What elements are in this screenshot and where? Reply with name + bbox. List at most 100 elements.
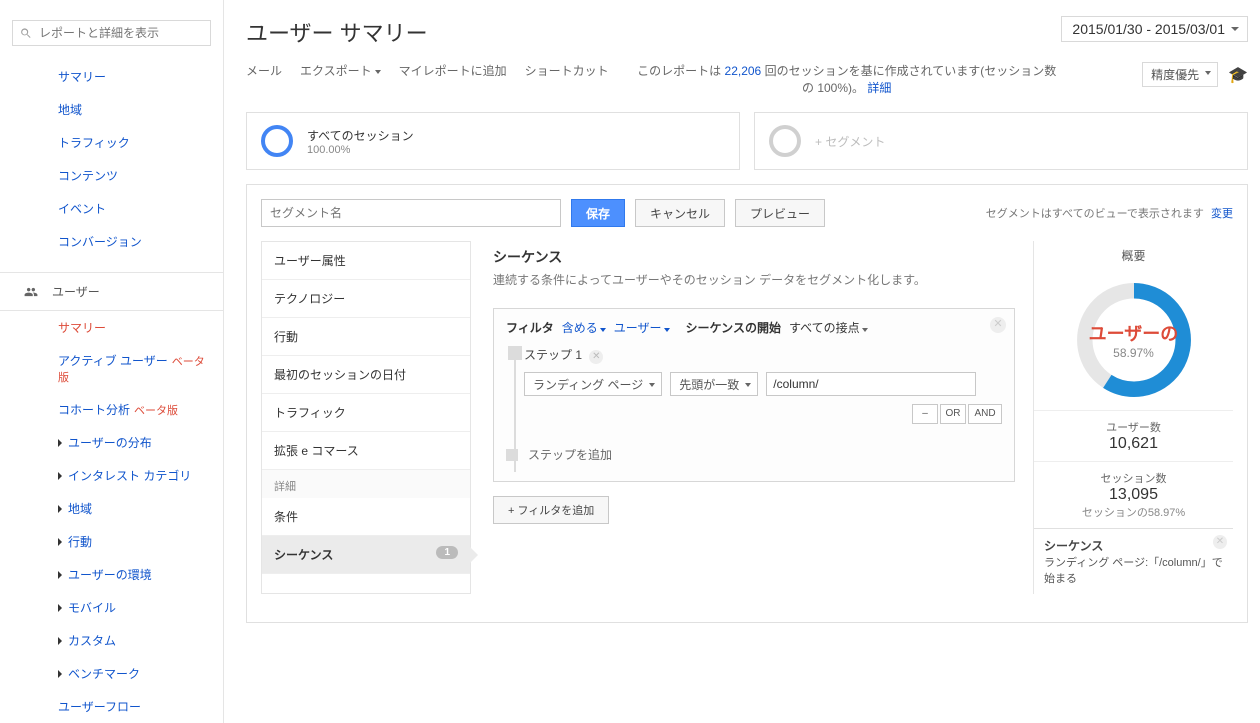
segment-card-all-sessions[interactable]: すべてのセッション 100.00%	[246, 112, 740, 170]
nav-section-user[interactable]: ユーザー	[0, 272, 223, 311]
segment-category[interactable]: 最初のセッションの日付	[262, 356, 470, 394]
filter-head: フィルタ 含める ユーザー シーケンスの開始 すべての接点	[506, 319, 1002, 336]
page-title: ユーザー サマリー	[246, 16, 428, 48]
segment-category[interactable]: ユーザー属性	[262, 242, 470, 280]
change-link[interactable]: 変更	[1211, 208, 1233, 220]
report-toolbar: メール エクスポート マイレポートに追加 ショートカット このレポートは 22,…	[246, 62, 1248, 96]
nav-item[interactable]: コンテンツ	[0, 159, 223, 192]
segment-category[interactable]: 行動	[262, 318, 470, 356]
seq-summary-desc: ランディング ページ:「/column/」で始まる	[1044, 554, 1223, 586]
caret-right-icon	[58, 670, 62, 678]
segment-category[interactable]: 拡張 e コマース	[262, 432, 470, 470]
caret-right-icon	[58, 604, 62, 612]
segment-name-input[interactable]	[261, 199, 561, 227]
caret-right-icon	[58, 538, 62, 546]
nav-sub-item[interactable]: ユーザーの環境	[0, 558, 223, 591]
or-button[interactable]: OR	[940, 404, 966, 424]
include-dropdown[interactable]: 含める	[562, 319, 606, 336]
metric-users: ユーザー数 10,621	[1034, 410, 1233, 461]
segment-categories: ユーザー属性テクノロジー行動最初のセッションの日付トラフィック拡張 e コマース…	[261, 241, 471, 594]
segment-builder: 保存 キャンセル プレビュー セグメントはすべてのビューで表示されます 変更 ユ…	[246, 184, 1248, 623]
user-dropdown[interactable]: ユーザー	[614, 319, 670, 336]
nav-item[interactable]: 地域	[0, 93, 223, 126]
precision-select[interactable]: 精度優先	[1142, 62, 1218, 87]
step-marker-icon	[508, 346, 522, 360]
summary-header: 概要	[1034, 241, 1233, 270]
search-icon	[19, 27, 33, 40]
nav-item[interactable]: コンバージョン	[0, 225, 223, 258]
nav-item[interactable]: トラフィック	[0, 126, 223, 159]
nav-sub-item[interactable]: インタレスト カテゴリ	[0, 459, 223, 492]
dimension-select[interactable]: ランディング ページ	[524, 372, 662, 396]
match-type-select[interactable]: 先頭が一致	[670, 372, 758, 396]
nav-sub-item[interactable]: モバイル	[0, 591, 223, 624]
nav-item[interactable]: サマリー	[0, 60, 223, 93]
step-marker-icon	[506, 449, 518, 461]
seq-start-label: シーケンスの開始	[686, 319, 781, 336]
nav-sub-item[interactable]: ベンチマーク	[0, 657, 223, 690]
segment-percent: 100.00%	[307, 144, 414, 156]
seq-summary-title: シーケンス	[1044, 537, 1223, 554]
sessions-count: 22,206	[725, 64, 762, 78]
segment-category[interactable]: 条件	[262, 498, 470, 536]
nav-sub-item[interactable]: 行動	[0, 525, 223, 558]
caret-right-icon	[58, 439, 62, 447]
detail-header: 詳細	[262, 470, 470, 498]
donut-percent: 58.97%	[1089, 346, 1179, 360]
nav-sub-item[interactable]: サマリー	[0, 311, 223, 344]
date-range-label: 2015/01/30 - 2015/03/01	[1072, 21, 1225, 37]
nav-sub-item[interactable]: アクティブ ユーザーベータ版	[0, 344, 223, 393]
nav-sub-item[interactable]: ユーザーの分布	[0, 426, 223, 459]
users-icon	[22, 285, 40, 299]
nav-search[interactable]	[12, 20, 211, 46]
count-badge: 1	[436, 546, 458, 559]
segment-category[interactable]: トラフィック	[262, 394, 470, 432]
shortcut-link[interactable]: ショートカット	[525, 62, 609, 79]
segment-add-label: + セグメント	[815, 133, 885, 150]
chevron-down-icon	[1231, 27, 1239, 31]
remove-step-icon[interactable]: ✕	[589, 350, 603, 364]
mail-link[interactable]: メール	[246, 62, 282, 79]
close-icon[interactable]: ✕	[990, 317, 1006, 333]
add-filter-button[interactable]: + フィルタを追加	[493, 496, 609, 524]
nav-item[interactable]: イベント	[0, 192, 223, 225]
sequence-heading: シーケンス	[493, 247, 1015, 267]
and-button[interactable]: AND	[968, 404, 1002, 424]
save-button[interactable]: 保存	[571, 199, 625, 227]
detail-link[interactable]: 詳細	[867, 81, 891, 95]
caret-right-icon	[58, 637, 62, 645]
nav-sub-item[interactable]: コホート分析ベータ版	[0, 393, 223, 426]
beta-badge: ベータ版	[134, 405, 178, 417]
remove-cond-button[interactable]: –	[912, 404, 938, 424]
segment-title: すべてのセッション	[307, 127, 414, 144]
any-touchpoint-dropdown[interactable]: すべての接点	[789, 319, 868, 336]
nav-section-label: ユーザー	[52, 283, 100, 300]
nav-sub-item[interactable]: 地域	[0, 492, 223, 525]
chevron-down-icon	[1205, 71, 1211, 75]
segment-category[interactable]: シーケンス1	[262, 536, 470, 574]
metric-sessions: セッション数 13,095 セッションの58.97%	[1034, 461, 1233, 528]
segment-card-add[interactable]: + セグメント	[754, 112, 1248, 170]
sequence-summary: ✕ シーケンス ランディング ページ:「/column/」で始まる	[1034, 528, 1233, 594]
sequence-desc: 連続する条件によってユーザーやそのセッション データをセグメント化します。	[493, 271, 1015, 288]
nav-sub-item[interactable]: カスタム	[0, 624, 223, 657]
summary-donut: ユーザーの 58.97%	[1034, 270, 1233, 410]
cancel-button[interactable]: キャンセル	[635, 199, 725, 227]
segment-circle-icon	[261, 125, 293, 157]
add-myreport-link[interactable]: マイレポートに追加	[399, 62, 507, 79]
date-range-picker[interactable]: 2015/01/30 - 2015/03/01	[1061, 16, 1248, 42]
nav-search-input[interactable]	[39, 26, 204, 40]
add-step-button[interactable]: ステップを追加	[506, 446, 1002, 463]
filter-value-input[interactable]	[766, 372, 976, 396]
segment-circle-icon	[769, 125, 801, 157]
step-label: ステップ 1 ✕	[524, 346, 1002, 364]
active-arrow-icon	[470, 547, 478, 563]
nav-sub-item[interactable]: ユーザーフロー	[0, 690, 223, 723]
donut-title: ユーザーの	[1089, 320, 1179, 346]
summary-panel: 概要 ユーザーの 58.97% ユーザー数 10,621	[1033, 241, 1233, 594]
export-link[interactable]: エクスポート	[300, 62, 381, 79]
preview-button[interactable]: プレビュー	[735, 199, 825, 227]
education-icon[interactable]: 🎓	[1228, 65, 1248, 85]
segment-category[interactable]: テクノロジー	[262, 280, 470, 318]
close-icon[interactable]: ✕	[1213, 535, 1227, 549]
